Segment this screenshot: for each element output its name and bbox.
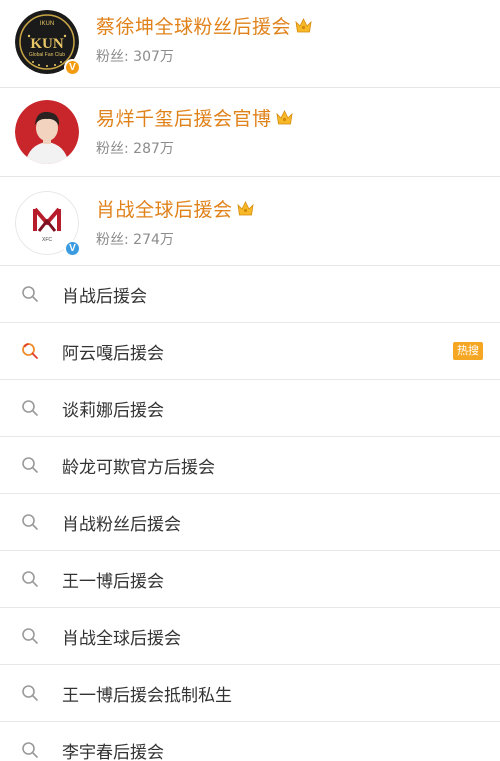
search-icon [22, 457, 38, 473]
search-icon [22, 400, 38, 416]
fans-count: 粉丝: 287万 [96, 141, 174, 157]
suggestion-text: 阿云嘎后援会 [62, 343, 164, 364]
suggestion-text: 肖战后援会 [62, 286, 147, 307]
suggestion-item[interactable]: 王一博后援会抵制私生 [0, 665, 500, 722]
suggestion-item[interactable]: 龄龙可欺官方后援会 [0, 437, 500, 494]
suggestion-item[interactable]: 王一博后援会 [0, 551, 500, 608]
suggestion-item[interactable]: 阿云嘎后援会 热搜 [0, 323, 500, 380]
hot-search-icon [22, 343, 38, 359]
account-result[interactable]: IKUN KUN Global Fan Club V 蔡徐坤全球粉丝后援会 粉丝 [0, 0, 500, 88]
search-icon [22, 742, 38, 758]
hot-search-badge: 热搜 [453, 342, 483, 360]
verified-badge: V [64, 59, 81, 76]
suggestion-text: 龄龙可欺官方后援会 [62, 457, 215, 478]
suggestion-item[interactable]: 谈莉娜后援会 [0, 380, 500, 437]
suggestion-text: 王一博后援会 [62, 571, 164, 592]
avatar-sub-text: Global Fan Club [29, 52, 65, 58]
suggestion-text: 谈莉娜后援会 [62, 400, 164, 421]
suggestion-text: 肖战粉丝后援会 [62, 514, 181, 535]
account-result[interactable]: XFC V 肖战全球后援会 粉丝: 274万 [0, 177, 500, 266]
avatar-main-text: KUN [30, 36, 64, 52]
search-icon [22, 685, 38, 701]
suggestion-item[interactable]: 肖战全球后援会 [0, 608, 500, 665]
search-results: IKUN KUN Global Fan Club V 蔡徐坤全球粉丝后援会 粉丝 [0, 0, 500, 761]
suggestion-item[interactable]: 肖战粉丝后援会 [0, 494, 500, 551]
verified-badge: V [64, 240, 81, 257]
search-icon [22, 514, 38, 530]
account-name[interactable]: 肖战全球后援会 [96, 195, 255, 222]
search-icon [22, 286, 38, 302]
suggestion-text: 李宇春后援会 [62, 742, 164, 761]
account-result[interactable]: 易烊千玺后援会官博 粉丝: 287万 [0, 88, 500, 177]
profile-photo [15, 100, 79, 164]
suggestion-item[interactable]: 李宇春后援会 [0, 722, 500, 761]
avatar-top-text: IKUN [40, 21, 54, 27]
fan-crown-icon [275, 110, 293, 125]
search-icon [22, 628, 38, 644]
suggestion-text: 王一博后援会抵制私生 [62, 685, 232, 706]
fans-count: 粉丝: 307万 [96, 49, 174, 65]
account-name[interactable]: 蔡徐坤全球粉丝后援会 [96, 12, 313, 39]
avatar[interactable]: XFC V [15, 191, 81, 257]
fan-crown-icon [295, 18, 312, 33]
avatar-text: XFC [42, 237, 52, 243]
suggestion-text: 肖战全球后援会 [62, 628, 181, 649]
account-name-text: 蔡徐坤全球粉丝后援会 [96, 16, 292, 38]
avatar[interactable] [15, 100, 79, 164]
avatar[interactable]: IKUN KUN Global Fan Club V [15, 10, 81, 76]
fan-crown-icon [236, 201, 254, 216]
search-icon [22, 571, 38, 587]
account-name[interactable]: 易烊千玺后援会官博 [96, 104, 294, 131]
fans-count: 粉丝: 274万 [96, 232, 174, 248]
suggestion-item[interactable]: 肖战后援会 [0, 266, 500, 323]
account-name-text: 易烊千玺后援会官博 [96, 108, 272, 130]
account-name-text: 肖战全球后援会 [96, 199, 233, 221]
